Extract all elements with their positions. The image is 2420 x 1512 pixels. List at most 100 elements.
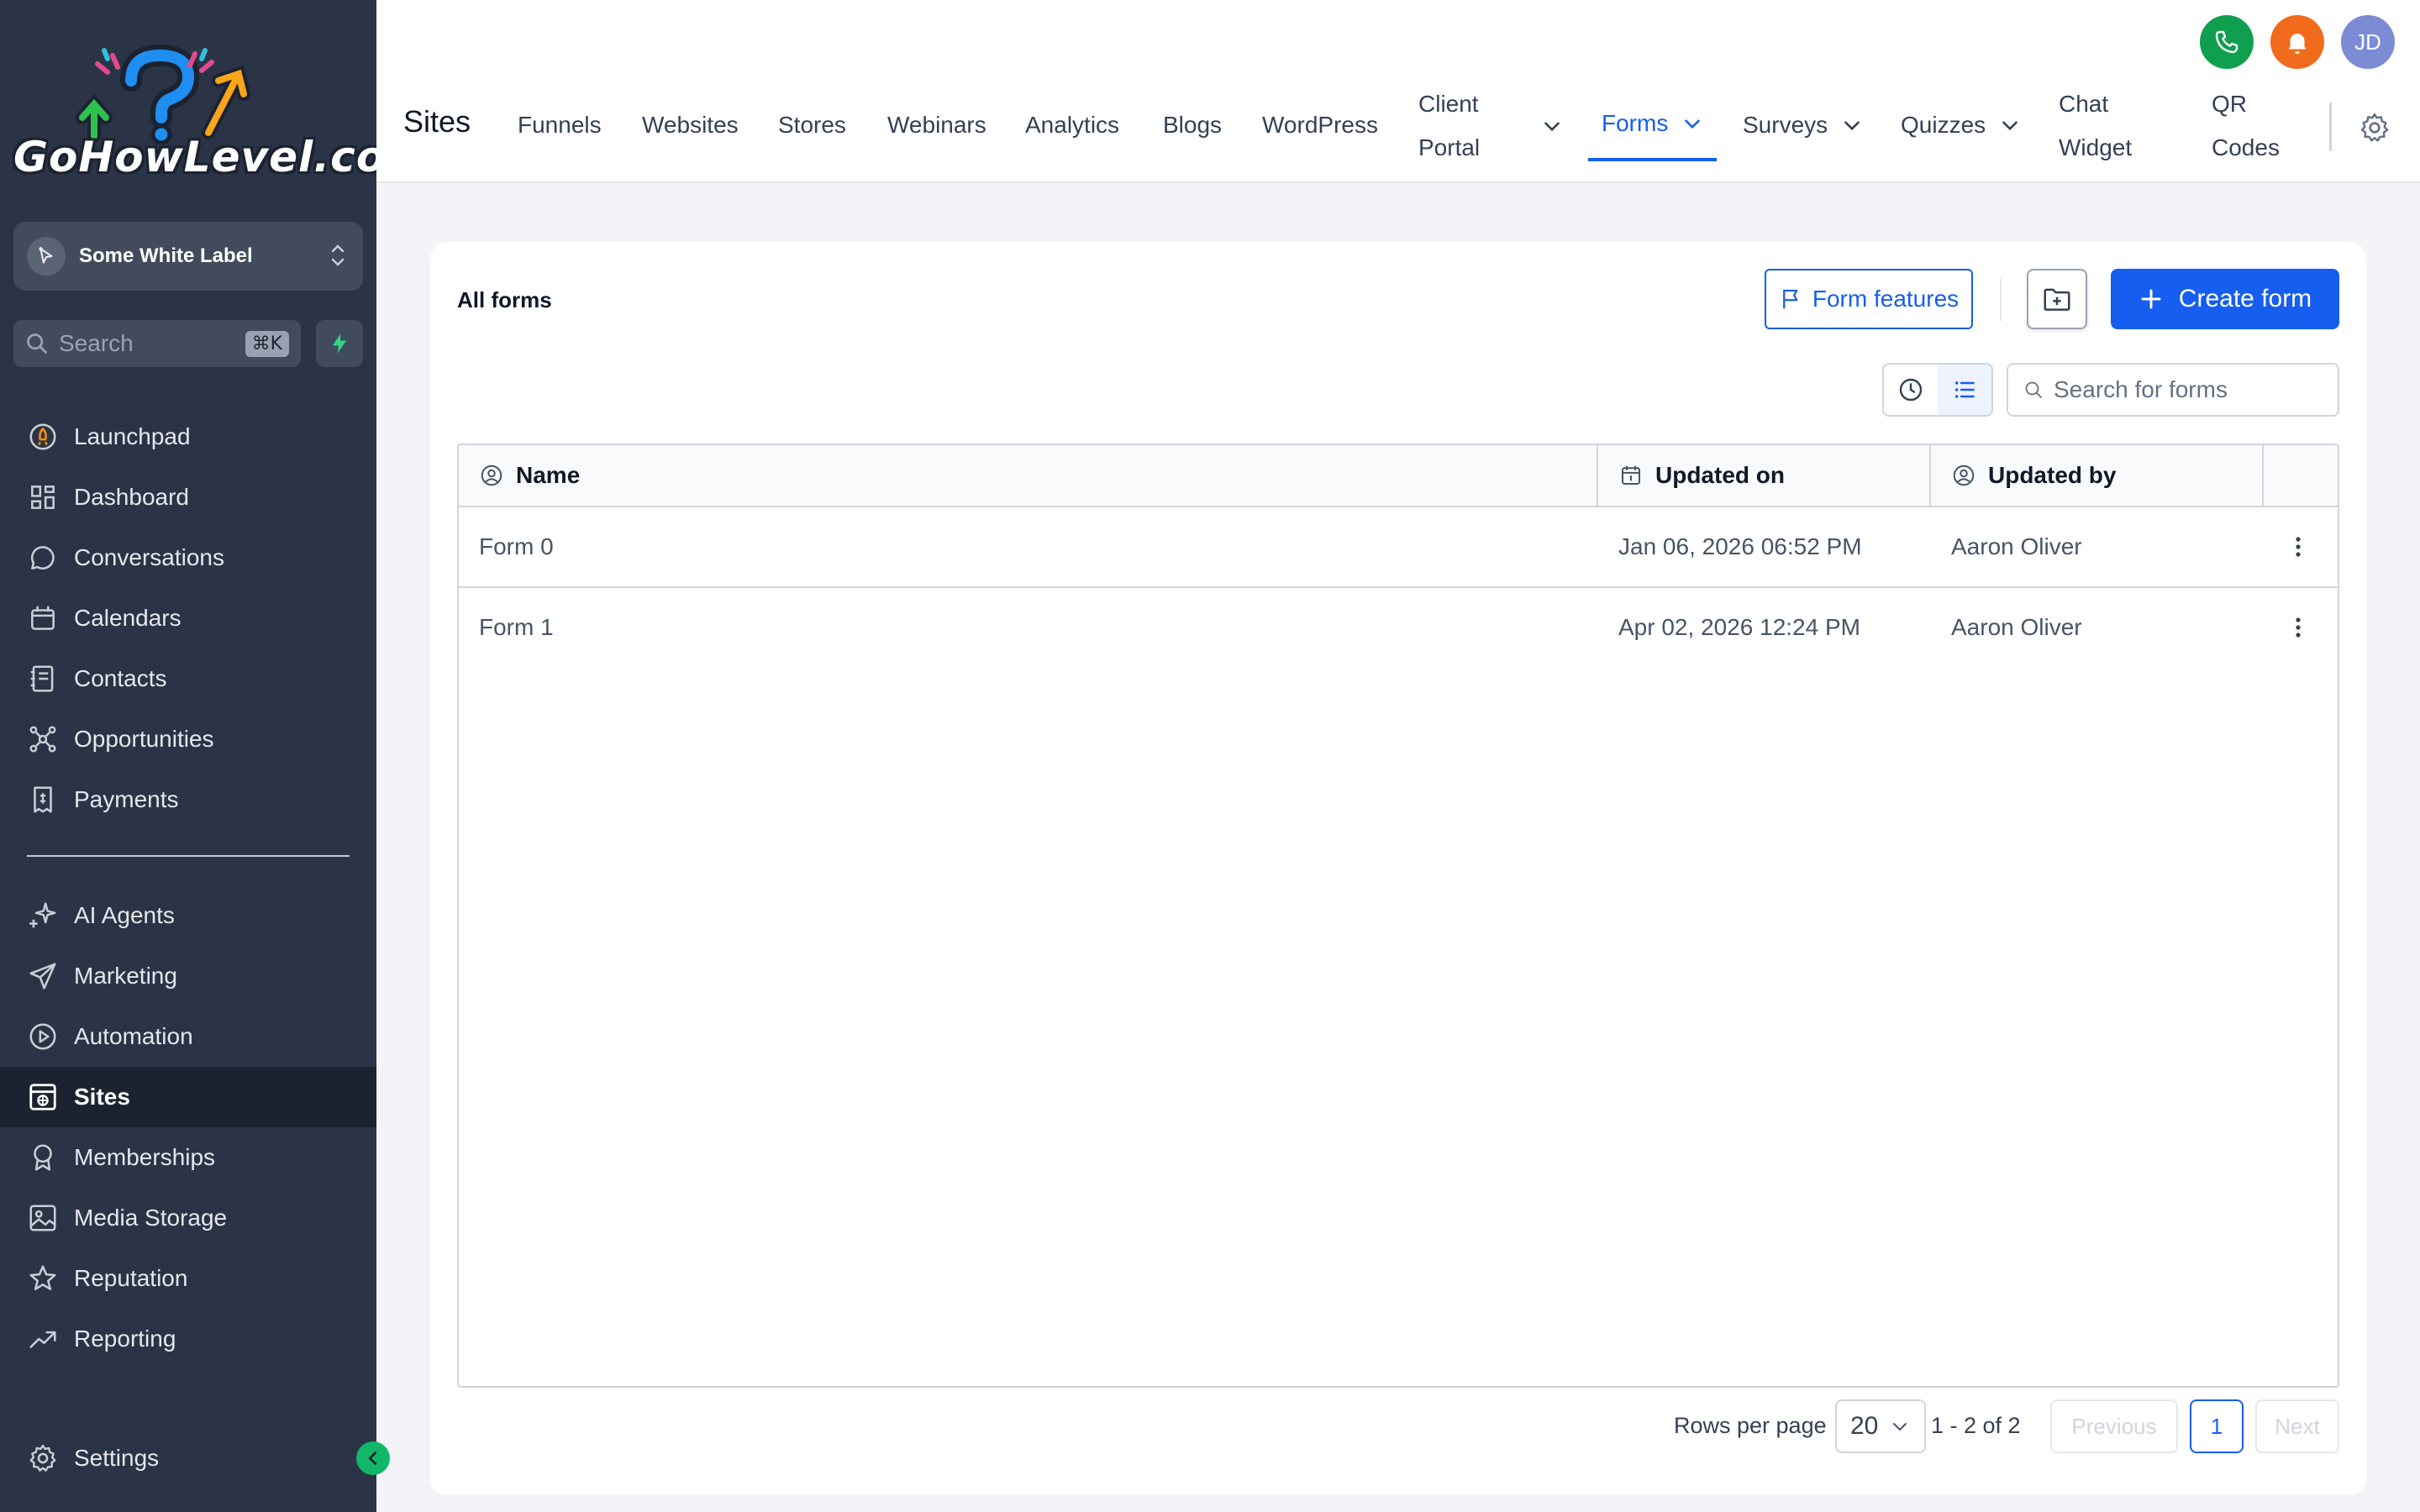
account-switcher[interactable]: Some White Label bbox=[13, 222, 363, 291]
sidebar-item-payments[interactable]: Payments bbox=[0, 769, 376, 830]
tab-surveys[interactable]: Surveys bbox=[1743, 89, 1863, 161]
tab-webinars[interactable]: Webinars bbox=[887, 89, 986, 161]
receipt-icon bbox=[34, 786, 52, 813]
chevron-down-icon bbox=[1544, 122, 1560, 132]
image-icon bbox=[29, 1205, 56, 1231]
more-vertical-icon bbox=[2296, 617, 2301, 638]
sidebar-item-media-storage[interactable]: Media Storage bbox=[0, 1188, 376, 1248]
tab-chat-widget[interactable]: Chat Widget bbox=[2059, 82, 2132, 170]
sidebar-item-label: Sites bbox=[74, 1084, 130, 1110]
sidebar-collapse-button[interactable] bbox=[356, 1441, 390, 1475]
forms-card: All forms Form features Create form Name bbox=[430, 242, 2366, 1495]
sidebar-item-settings[interactable]: Settings bbox=[0, 1428, 376, 1488]
sidebar-item-label: Marketing bbox=[74, 963, 177, 989]
more-vertical-icon bbox=[2296, 537, 2301, 557]
row-actions-button[interactable] bbox=[2286, 534, 2311, 559]
avatar-initials: JD bbox=[2354, 29, 2381, 55]
sidebar-item-calendars[interactable]: Calendars bbox=[0, 588, 376, 648]
brand-logo[interactable]: GoHowLevel.com bbox=[13, 44, 429, 186]
sidebar-item-memberships[interactable]: Memberships bbox=[0, 1127, 376, 1188]
tab-analytics[interactable]: Analytics bbox=[1025, 89, 1119, 161]
sidebar-item-ai-agents[interactable]: AI Agents bbox=[0, 885, 376, 946]
new-folder-button[interactable] bbox=[2027, 269, 2087, 329]
table-row[interactable]: Form 0 Jan 06, 2026 06:52 PM Aaron Olive… bbox=[459, 507, 2338, 588]
sidebar-item-reporting[interactable]: Reporting bbox=[0, 1309, 376, 1369]
tab-funnels[interactable]: Funnels bbox=[518, 89, 602, 161]
phone-button[interactable] bbox=[2200, 15, 2254, 69]
sidebar-item-label: Conversations bbox=[74, 544, 224, 570]
badge-icon bbox=[34, 1144, 52, 1171]
chevron-up-down-icon bbox=[329, 241, 346, 271]
row-actions-button[interactable] bbox=[2286, 615, 2311, 640]
tab-label: QR Codes bbox=[2212, 82, 2280, 170]
sidebar-item-opportunities[interactable]: Opportunities bbox=[0, 709, 376, 769]
cell-name[interactable]: Form 0 bbox=[479, 507, 554, 586]
chevron-left-icon bbox=[368, 1452, 377, 1465]
recent-view-button[interactable] bbox=[1884, 365, 1938, 415]
rows-per-page-select[interactable]: 20 bbox=[1835, 1399, 1926, 1453]
sidebar-item-label: Settings bbox=[74, 1445, 160, 1471]
cell-name[interactable]: Form 1 bbox=[479, 588, 554, 667]
form-features-button[interactable]: Form features bbox=[1765, 269, 1973, 329]
flag-icon bbox=[1782, 289, 1798, 309]
sidebar-item-automation[interactable]: Automation bbox=[0, 1006, 376, 1067]
forms-search-input[interactable] bbox=[2054, 376, 2323, 403]
sidebar-item-marketing[interactable]: Marketing bbox=[0, 946, 376, 1006]
tab-label: Blogs bbox=[1163, 112, 1223, 138]
tab-label: Client Portal bbox=[1418, 82, 1528, 170]
tab-qr-codes[interactable]: QR Codes bbox=[2212, 82, 2280, 170]
tab-label: Analytics bbox=[1025, 112, 1120, 138]
sidebar-item-label: Launchpad bbox=[74, 423, 191, 449]
notifications-button[interactable] bbox=[2270, 15, 2324, 69]
table-header: Name Updated on Updated by bbox=[459, 445, 2338, 507]
logo-mark-icon bbox=[76, 44, 250, 145]
user-avatar[interactable]: JD bbox=[2341, 15, 2395, 69]
quick-actions-button[interactable] bbox=[316, 320, 363, 367]
tab-label-line: Client bbox=[1418, 91, 1479, 117]
tab-label: Quizzes bbox=[1901, 112, 1986, 138]
browser-globe-icon bbox=[29, 1084, 56, 1110]
sidebar-item-conversations[interactable]: Conversations bbox=[0, 528, 376, 588]
forms-table: Name Updated on Updated by Form 0 Jan 06… bbox=[457, 444, 2339, 1388]
tab-blogs[interactable]: Blogs bbox=[1163, 89, 1222, 161]
table-row[interactable]: Form 1 Apr 02, 2026 12:24 PM Aaron Olive… bbox=[459, 588, 2338, 669]
sidebar-item-dashboard[interactable]: Dashboard bbox=[0, 467, 376, 528]
next-page-button[interactable]: Next bbox=[2255, 1399, 2339, 1453]
calendar-icon bbox=[31, 606, 55, 630]
page-button-current[interactable]: 1 bbox=[2190, 1399, 2244, 1453]
tab-forms[interactable]: Forms bbox=[1588, 89, 1718, 161]
list-view-button[interactable] bbox=[1938, 365, 1991, 415]
sidebar-item-contacts[interactable]: Contacts bbox=[0, 648, 376, 709]
sidebar-item-label: Media Storage bbox=[74, 1205, 228, 1231]
sidebar-item-label: Contacts bbox=[74, 665, 167, 691]
tab-websites[interactable]: Websites bbox=[642, 89, 739, 161]
tab-client-portal[interactable]: Client Portal bbox=[1418, 82, 1563, 170]
sidebar: GoHowLevel.com Some White Label Search ⌘… bbox=[0, 0, 429, 1512]
previous-page-button[interactable]: Previous bbox=[2050, 1399, 2178, 1453]
bolt-icon bbox=[332, 333, 347, 354]
column-header-updated-on[interactable]: Updated on bbox=[1598, 445, 1931, 506]
tab-stores[interactable]: Stores bbox=[778, 89, 846, 161]
toolbar-divider bbox=[2000, 279, 2002, 321]
cell-updated-by: Aaron Oliver bbox=[1951, 533, 2082, 559]
user-circle-icon bbox=[481, 465, 502, 486]
site-settings-button[interactable] bbox=[2358, 111, 2391, 149]
sidebar-divider bbox=[27, 855, 350, 857]
tab-quizzes[interactable]: Quizzes bbox=[1901, 89, 2021, 161]
chevron-down-icon bbox=[1893, 1423, 1907, 1431]
rocket-icon bbox=[29, 423, 56, 450]
sidebar-item-launchpad[interactable]: Launchpad bbox=[0, 407, 376, 467]
top-bar: Sites Funnels Websites Stores Webinars A… bbox=[376, 0, 2420, 183]
network-icon bbox=[29, 726, 56, 753]
shortcut-badge: ⌘K bbox=[245, 330, 289, 357]
create-form-button[interactable]: Create form bbox=[2111, 269, 2339, 329]
tab-wordpress[interactable]: WordPress bbox=[1262, 89, 1378, 161]
sparkle-icon bbox=[29, 902, 56, 928]
rows-per-page-label: Rows per page bbox=[1674, 1413, 1827, 1438]
column-header-updated-by[interactable]: Updated by bbox=[1931, 445, 2264, 506]
sidebar-search[interactable]: Search ⌘K bbox=[13, 320, 301, 367]
sidebar-item-sites[interactable]: Sites bbox=[0, 1067, 376, 1127]
column-header-name[interactable]: Name bbox=[459, 445, 1597, 506]
forms-search bbox=[2007, 363, 2339, 417]
sidebar-item-reputation[interactable]: Reputation bbox=[0, 1248, 376, 1309]
